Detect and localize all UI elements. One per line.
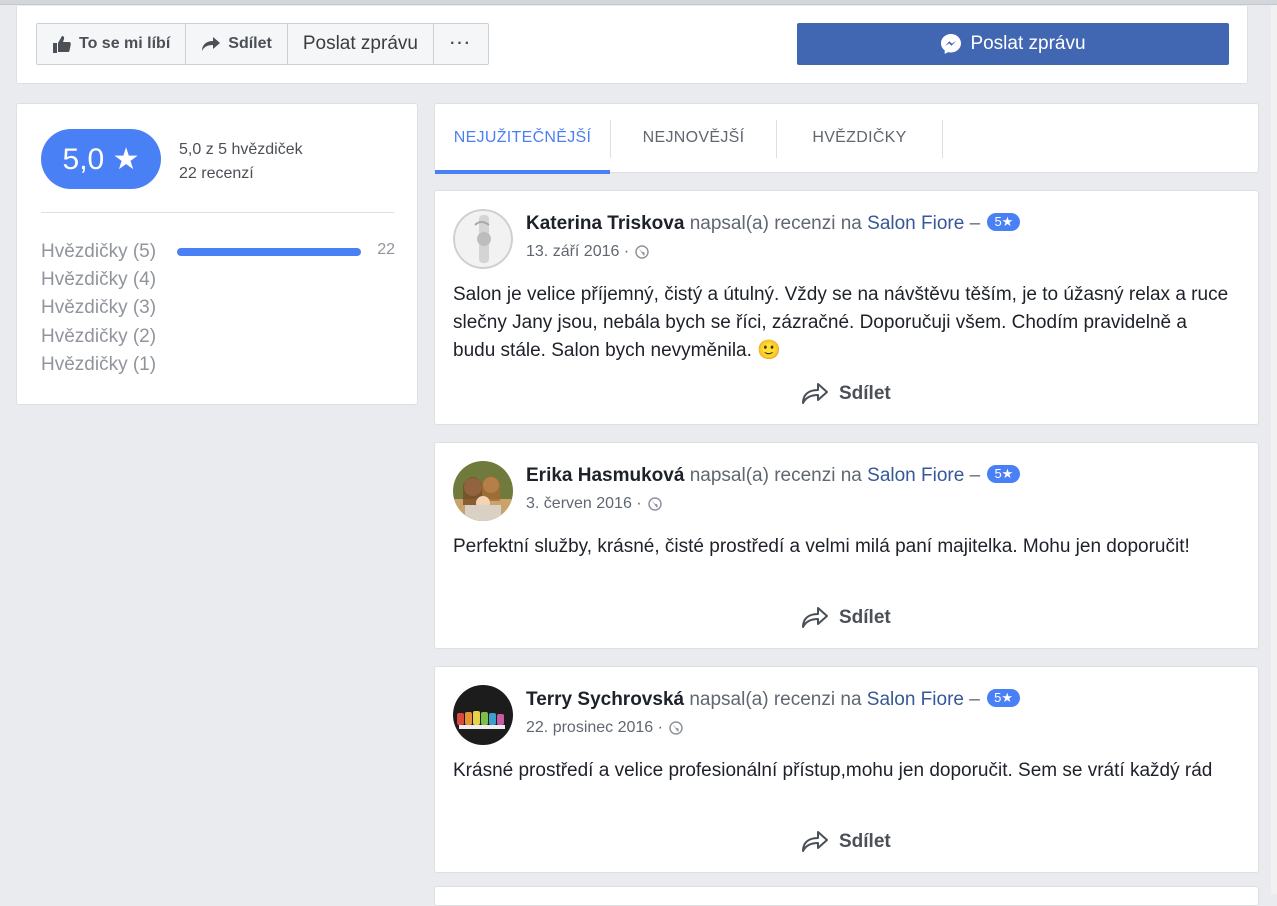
review-card-partial (434, 886, 1259, 906)
avatar[interactable] (453, 685, 513, 745)
review-date: 22. prosinec 2016 · (526, 719, 683, 737)
share-review-label: Sdílet (839, 607, 891, 628)
rating-row-4[interactable]: Hvězdičky (4) (41, 266, 395, 294)
star-badge: 5★ (987, 213, 1021, 231)
rating-summary-card: 5,0 ★ 5,0 z 5 hvězdiček 22 recenzí Hvězd… (16, 103, 418, 405)
share-arrow-icon (802, 607, 828, 628)
rating-row-label: Hvězdičky (4) (41, 269, 157, 290)
rating-row-label: Hvězdičky (2) (41, 326, 157, 347)
review-action-text: napsal(a) recenzi na (684, 213, 868, 234)
scrollbar-track[interactable] (1271, 5, 1277, 894)
review-date-text[interactable]: 3. červen 2016 · (526, 495, 642, 513)
page-action-bar: To se mi líbí Sdílet Poslat zprávu ··· P… (16, 6, 1248, 84)
review-header: Katerina Triskova napsal(a) recenzi na S… (526, 213, 1021, 235)
rating-row-1[interactable]: Hvězdičky (1) (41, 351, 395, 379)
send-message-button[interactable]: Poslat zprávu (288, 24, 434, 64)
review-date: 3. červen 2016 · (526, 495, 662, 513)
share-review-button[interactable]: Sdílet (801, 605, 891, 631)
share-review-label: Sdílet (839, 831, 891, 852)
like-button[interactable]: To se mi líbí (37, 24, 187, 64)
rating-row-label: Hvězdičky (5) (41, 241, 157, 262)
rating-summary: 5,0 z 5 hvězdiček 22 recenzí (179, 138, 303, 186)
review-date-text[interactable]: 22. prosinec 2016 · (526, 719, 663, 737)
page-link[interactable]: Salon Fiore (867, 465, 964, 486)
rating-row-3[interactable]: Hvězdičky (3) (41, 294, 395, 322)
share-review-button[interactable]: Sdílet (801, 381, 891, 407)
reviewer-name[interactable]: Katerina Triskova (526, 213, 684, 234)
globe-icon (669, 721, 683, 735)
share-page-label: Sdílet (228, 35, 272, 52)
rating-row-label: Hvězdičky (3) (41, 297, 157, 318)
review-text: Salon je velice příjemný, čistý a útulný… (453, 284, 1229, 361)
review-action-text: napsal(a) recenzi na (684, 689, 867, 710)
tab-label: NEJUŽITEČNĚJŠÍ (453, 129, 592, 146)
tab-label: HVĚZDIČKY (812, 129, 907, 146)
review-sort-tabs: NEJUŽITEČNĚJŠÍ NEJNOVĚJŠÍ HVĚZDIČKY (434, 103, 1259, 174)
review-action-text: napsal(a) recenzi na (684, 465, 868, 486)
tab-stars[interactable]: HVĚZDIČKY (777, 104, 942, 172)
review-count-line: 22 recenzí (179, 165, 254, 182)
review-dash: – (964, 213, 986, 234)
average-rating-pill: 5,0 ★ (41, 129, 161, 189)
page-link[interactable]: Salon Fiore (867, 213, 964, 234)
tab-label: NEJNOVĚJŠÍ (642, 129, 745, 146)
review-card: Katerina Triskova napsal(a) recenzi na S… (434, 190, 1259, 425)
rating-row-5[interactable]: Hvězdičky (5) 22 (41, 238, 395, 266)
share-arrow-icon (802, 383, 828, 404)
share-arrow-icon (802, 831, 828, 852)
page-link[interactable]: Salon Fiore (867, 689, 964, 710)
share-review-button[interactable]: Sdílet (801, 829, 891, 855)
rating-row-label: Hvězdičky (1) (41, 354, 157, 375)
share-review-label: Sdílet (839, 383, 891, 404)
reviewer-name[interactable]: Terry Sychrovská (526, 689, 684, 710)
tab-separator (942, 120, 943, 158)
browser-top-edge (0, 0, 1277, 5)
rating-bar-fill (177, 248, 361, 256)
messenger-send-label: Poslat zprávu (970, 33, 1086, 54)
review-header: Erika Hasmuková napsal(a) recenzi na Sal… (526, 465, 1021, 487)
more-options-label: ··· (449, 35, 472, 52)
share-arrow-icon (202, 37, 221, 51)
divider (41, 212, 394, 213)
reviewer-name[interactable]: Erika Hasmuková (526, 465, 684, 486)
share-page-button[interactable]: Sdílet (186, 24, 288, 64)
tab-most-helpful[interactable]: NEJUŽITEČNĚJŠÍ (435, 104, 610, 174)
like-button-label: To se mi líbí (79, 35, 171, 52)
globe-icon (647, 497, 662, 511)
avatar[interactable] (453, 461, 513, 521)
send-message-label: Poslat zprávu (302, 33, 418, 54)
review-text: Krásné prostředí a velice profesionální … (453, 760, 1213, 781)
rating-row-2[interactable]: Hvězdičky (2) (41, 323, 395, 351)
globe-icon (635, 245, 649, 259)
more-options-button[interactable]: ··· (434, 24, 488, 64)
review-header: Terry Sychrovská napsal(a) recenzi na Sa… (526, 689, 1020, 711)
tab-newest[interactable]: NEJNOVĚJŠÍ (611, 104, 776, 172)
rating-summary-line: 5,0 z 5 hvězdiček (179, 141, 303, 158)
review-card: Erika Hasmuková napsal(a) recenzi na Sal… (434, 442, 1259, 649)
thumbs-up-icon (53, 36, 71, 53)
review-card: Terry Sychrovská napsal(a) recenzi na Sa… (434, 666, 1259, 873)
rating-row-count: 22 (377, 241, 395, 258)
action-button-group: To se mi líbí Sdílet Poslat zprávu ··· (36, 23, 489, 65)
messenger-icon (941, 34, 962, 54)
review-date: 13. září 2016 · (526, 243, 649, 261)
review-text: Perfektní služby, krásné, čisté prostřed… (453, 536, 1190, 557)
review-date-text[interactable]: 13. září 2016 · (526, 243, 629, 261)
review-dash: – (963, 689, 986, 710)
star-badge: 5★ (987, 465, 1021, 483)
messenger-send-button[interactable]: Poslat zprávu (797, 23, 1229, 65)
review-dash: – (964, 465, 986, 486)
avatar[interactable] (453, 209, 513, 269)
star-badge: 5★ (987, 689, 1020, 707)
active-tab-indicator (435, 170, 610, 174)
